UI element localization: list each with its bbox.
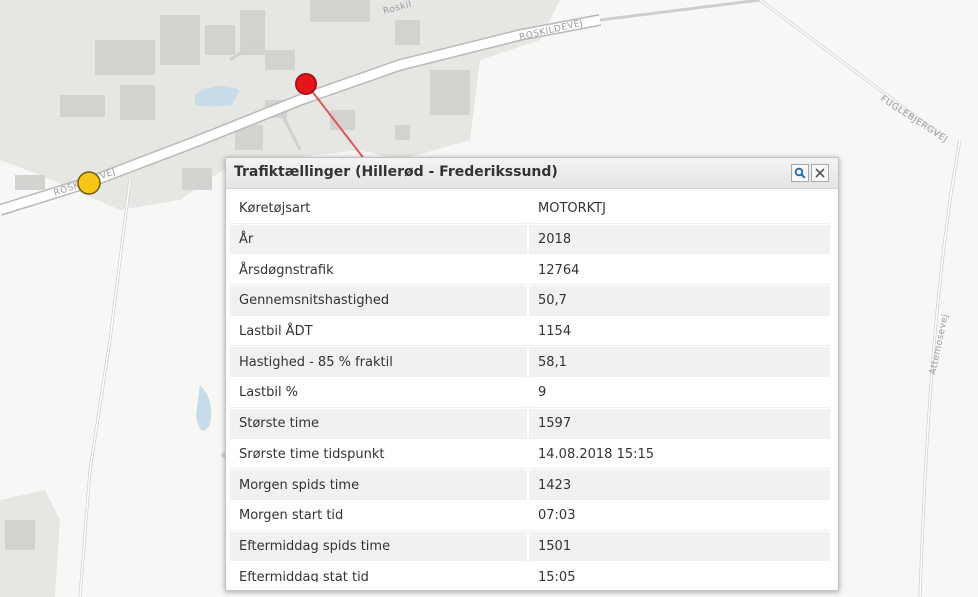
attribute-key: Eftermiddag spids time [230,531,529,563]
attribute-key: Køretøjsart [230,194,529,225]
attribute-key: Årsdøgnstrafik [230,254,529,287]
table-row: Srørste time tidspunkt 14.08.2018 15:15 [230,439,830,471]
table-row: År 2018 [230,224,830,256]
attribute-value: 12764 [528,254,830,287]
popup-body[interactable]: Køretøjsart MOTORKTJ År 2018 Årsdøgnstrafi… [230,194,830,582]
attribute-value: 1597 [528,408,830,440]
popup-header: Trafiktællinger (Hillerød - Frederikssun… [226,158,838,189]
attribute-value: 1423 [528,469,830,501]
close-icon [815,168,825,178]
table-row: Køretøjsart MOTORKTJ [230,194,830,225]
attribute-value: 07:03 [528,500,830,532]
attribute-value: 58,1 [528,346,830,379]
attribute-key: Morgen spids time [230,469,529,501]
traffic-count-point[interactable] [77,171,101,195]
traffic-count-point-selected[interactable] [295,73,317,95]
attribute-key: Største time [230,408,529,440]
table-row: Gennemsnitshastighed 50,7 [230,285,830,317]
close-button[interactable] [811,164,829,182]
attribute-table: Køretøjsart MOTORKTJ År 2018 Årsdøgnstrafi… [230,194,830,582]
attribute-value: 1501 [528,531,830,563]
table-row: Eftermiddag spids time 1501 [230,531,830,563]
attribute-key: Srørste time tidspunkt [230,439,529,471]
road-label-attemosevej: Attemosevej [928,313,951,376]
road-label-fuglebjergvej: FUGLEBJERGVEJ [878,94,949,145]
table-row: Årsdøgnstrafik 12764 [230,254,830,287]
attribute-value: 2018 [528,224,830,256]
attribute-key: Morgen start tid [230,500,529,532]
popup-title: Trafiktællinger (Hillerød - Frederikssun… [234,164,558,180]
attribute-key: Eftermiddag stat tid [230,561,529,582]
attribute-key: År [230,224,529,256]
attribute-value: 14.08.2018 15:15 [528,439,830,471]
table-row: Morgen spids time 1423 [230,469,830,501]
table-row: Største time 1597 [230,408,830,440]
table-row: Lastbil ÅDT 1154 [230,316,830,348]
table-row: Morgen start tid 07:03 [230,500,830,532]
table-row: Hastighed - 85 % fraktil 58,1 [230,346,830,379]
attribute-value: MOTORKTJ [528,194,830,225]
table-row: Lastbil % 9 [230,377,830,409]
zoom-to-button[interactable] [791,164,809,182]
attribute-key: Gennemsnitshastighed [230,285,529,317]
feature-popup: Trafiktællinger (Hillerød - Frederikssun… [225,157,839,591]
attribute-value: 50,7 [528,285,830,317]
attribute-value: 9 [528,377,830,409]
magnifier-icon [794,167,806,179]
attribute-key: Hastighed - 85 % fraktil [230,346,529,379]
table-row: Eftermiddag stat tid 15:05 [230,561,830,582]
attribute-value: 1154 [528,316,830,348]
attribute-key: Lastbil % [230,377,529,409]
attribute-key: Lastbil ÅDT [230,316,529,348]
attribute-value: 15:05 [528,561,830,582]
